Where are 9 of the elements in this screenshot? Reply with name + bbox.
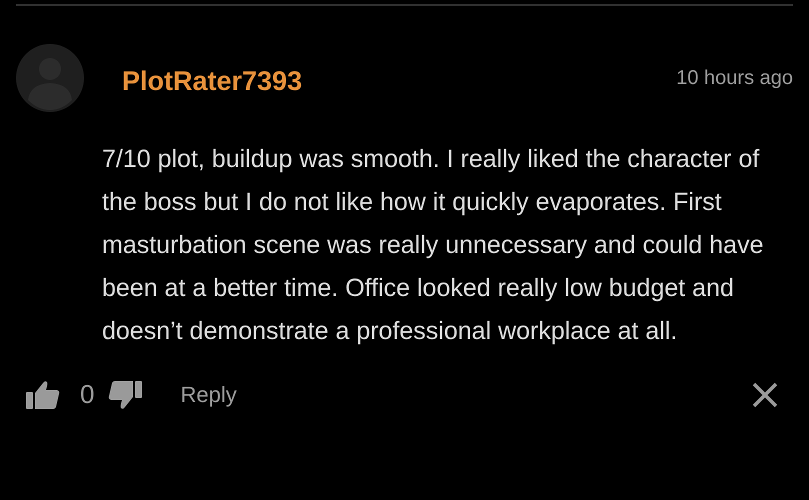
timestamp: 10 hours ago [676, 66, 793, 90]
reply-button[interactable]: Reply [180, 382, 237, 408]
thumbs-down-icon[interactable] [108, 380, 142, 410]
vote-count: 0 [80, 379, 94, 410]
comment-text: 7/10 plot, buildup was smooth. I really liked the character of the boss but I do not like how it quickly evaporates. First masturbation scene was really unnecessary and could have been at a better time. Office looked really low budget and doesn’t demonstrate a professional workplace at all. [102, 144, 764, 347]
avatar-icon [16, 44, 84, 112]
thumbs-up-icon[interactable] [26, 380, 60, 410]
close-icon[interactable] [751, 380, 779, 408]
username[interactable]: PlotRater7393 [122, 66, 302, 96]
